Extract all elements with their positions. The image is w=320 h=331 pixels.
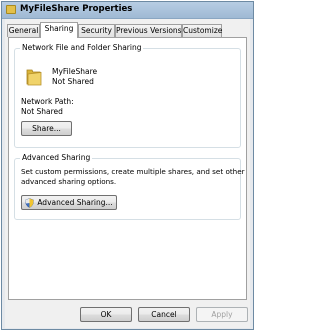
tab-customize[interactable]: Customize	[182, 24, 222, 37]
advanced-sharing-description-1: Set custom permissions, create multiple …	[21, 167, 245, 176]
sharing-panel: Network File and Folder Sharing MyFileSh…	[8, 37, 247, 300]
network-sharing-group: Network File and Folder Sharing MyFileSh…	[14, 43, 241, 148]
window-title: MyFileShare Properties	[20, 4, 133, 14]
cancel-button[interactable]: Cancel	[138, 307, 190, 322]
tab-strip: General Sharing Security Previous Versio…	[7, 22, 247, 38]
ok-button[interactable]: OK	[80, 307, 132, 322]
dialog-client: General Sharing Security Previous Versio…	[5, 19, 250, 328]
title-bar[interactable]: MyFileShare Properties	[2, 2, 253, 19]
network-path-label: Network Path:	[21, 97, 74, 106]
folder-icon	[6, 5, 16, 14]
advanced-sharing-button-label: Advanced Sharing...	[37, 198, 113, 207]
advanced-sharing-button[interactable]: Advanced Sharing...	[21, 195, 117, 210]
advanced-sharing-group: Advanced Sharing Set custom permissions,…	[14, 153, 245, 220]
tab-previous-versions[interactable]: Previous Versions	[115, 24, 182, 37]
network-sharing-group-label: Network File and Folder Sharing	[20, 43, 144, 52]
share-button[interactable]: Share...	[21, 121, 72, 136]
tab-general[interactable]: General	[7, 24, 40, 37]
folder-name: MyFileShare	[52, 67, 98, 76]
advanced-sharing-group-label: Advanced Sharing	[20, 153, 93, 162]
uac-shield-icon	[25, 198, 35, 208]
tab-security[interactable]: Security	[78, 24, 115, 37]
apply-button[interactable]: Apply	[196, 307, 248, 322]
network-path-value: Not Shared	[21, 107, 63, 116]
advanced-sharing-description-2: advanced sharing options.	[21, 177, 117, 186]
tab-sharing[interactable]: Sharing	[40, 22, 78, 38]
properties-dialog: MyFileShare Properties General Sharing S…	[1, 1, 254, 330]
folder-icon	[26, 69, 42, 86]
share-status: Not Shared	[52, 77, 94, 86]
